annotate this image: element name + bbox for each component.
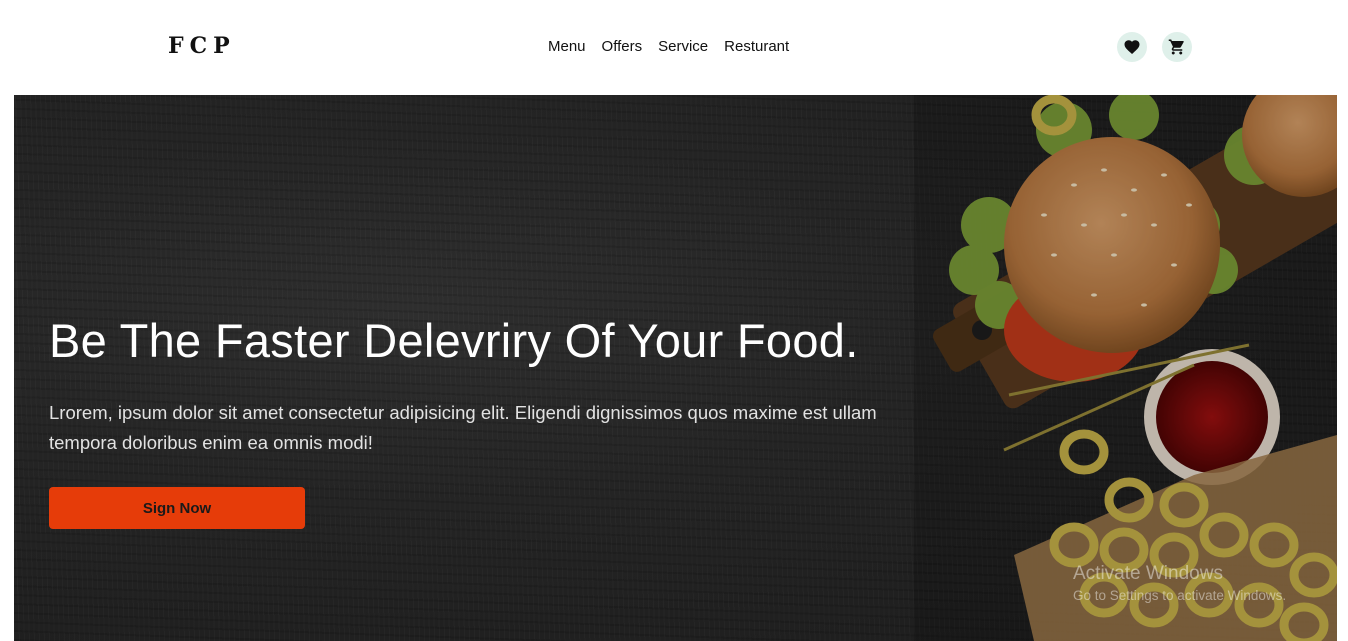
- hero-title: Be The Faster Delevriry Of Your Food.: [49, 314, 859, 367]
- logo[interactable]: FCP: [168, 33, 236, 59]
- cart-icon: [1168, 39, 1184, 55]
- main-nav: Menu Offers Service Resturant: [548, 38, 789, 55]
- watermark-title: Activate Windows: [1073, 563, 1223, 584]
- food-illustration: [914, 95, 1337, 641]
- nav-resturant[interactable]: Resturant: [724, 38, 789, 55]
- hero-banner: Be The Faster Delevriry Of Your Food. Lr…: [14, 95, 1337, 641]
- sign-now-button[interactable]: Sign Now: [49, 487, 305, 529]
- nav-menu[interactable]: Menu: [548, 38, 586, 55]
- nav-service[interactable]: Service: [658, 38, 708, 55]
- nav-offers[interactable]: Offers: [602, 38, 643, 55]
- wishlist-button[interactable]: [1117, 32, 1147, 62]
- heart-icon: [1124, 40, 1140, 54]
- watermark-subtitle: Go to Settings to activate Windows.: [1073, 588, 1287, 603]
- site-header: FCP Menu Offers Service Resturant: [0, 0, 1348, 95]
- cart-button[interactable]: [1162, 32, 1192, 62]
- hero-description: Lrorem, ipsum dolor sit amet consectetur…: [49, 402, 877, 453]
- windows-activation-watermark: Activate Windows Go to Settings to activ…: [1073, 563, 1286, 603]
